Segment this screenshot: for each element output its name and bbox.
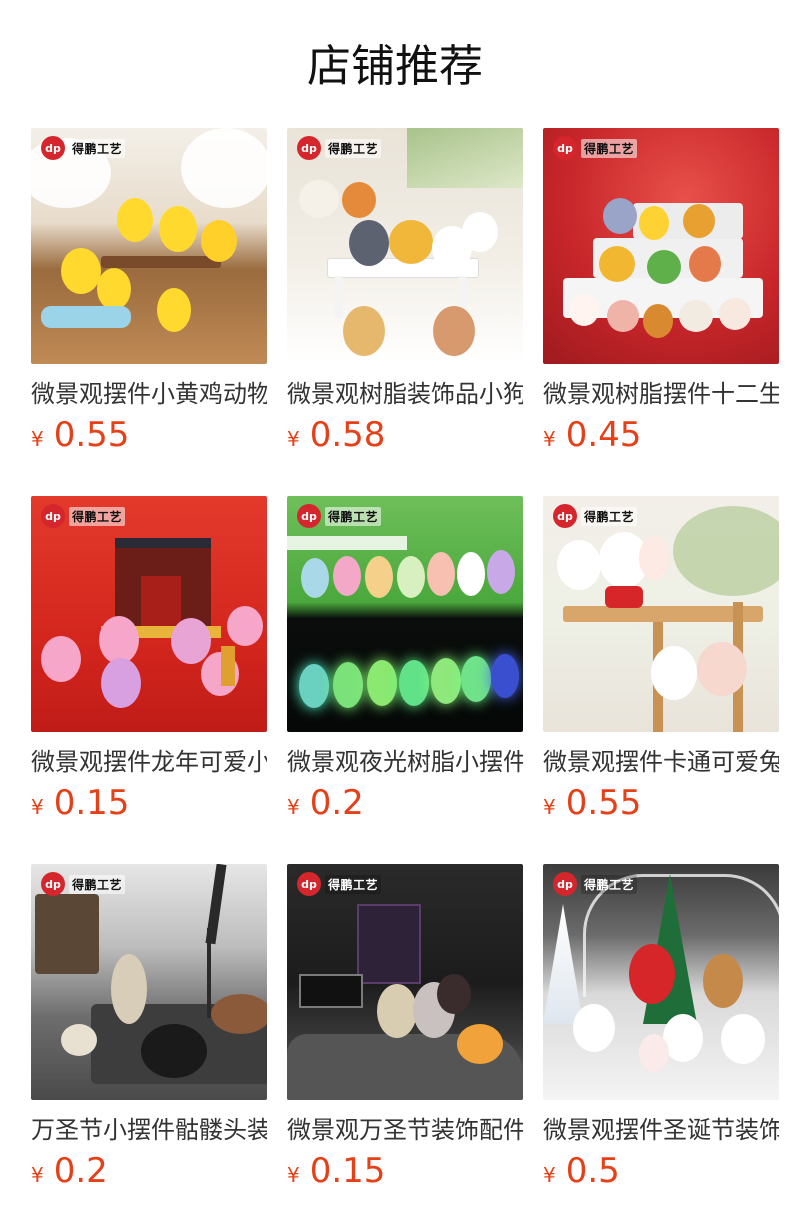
- product-price: ¥ 0.58: [287, 415, 386, 455]
- dp-logo-icon: dp: [553, 872, 577, 896]
- product-image[interactable]: dp 得鹏工艺: [543, 128, 779, 364]
- product-price: ¥ 0.2: [287, 783, 364, 823]
- product-card[interactable]: dp 得鹏工艺 万圣节小摆件骷髅头装饰 ¥ 0.2: [31, 864, 267, 1232]
- product-title[interactable]: 微景观摆件小黄鸡动物: [31, 378, 267, 410]
- dp-logo-icon: dp: [553, 504, 577, 528]
- product-image[interactable]: dp 得鹏工艺: [543, 864, 779, 1100]
- product-price: ¥ 0.15: [31, 783, 130, 823]
- product-title[interactable]: 微景观摆件圣诞节装饰品: [543, 1114, 779, 1146]
- product-title[interactable]: 万圣节小摆件骷髅头装饰: [31, 1114, 267, 1146]
- brand-logo: dp 得鹏工艺: [553, 136, 638, 160]
- product-card[interactable]: dp 得鹏工艺 微景观摆件卡通可爱兔子 ¥ 0.55: [543, 496, 779, 864]
- dp-logo-icon: dp: [297, 136, 321, 160]
- dp-logo-icon: dp: [41, 504, 65, 528]
- brand-logo: dp 得鹏工艺: [41, 504, 126, 528]
- brand-logo: dp 得鹏工艺: [297, 872, 382, 896]
- product-title[interactable]: 微景观树脂装饰品小狗: [287, 378, 523, 410]
- product-price: ¥ 0.5: [543, 1151, 620, 1191]
- product-card[interactable]: dp 得鹏工艺 微景观夜光树脂小摆件兔 ¥ 0.2: [287, 496, 523, 864]
- dp-logo-icon: dp: [41, 872, 65, 896]
- product-image[interactable]: dp 得鹏工艺: [287, 128, 523, 364]
- page-header: 店铺推荐: [0, 0, 790, 128]
- brand-logo: dp 得鹏工艺: [41, 136, 126, 160]
- product-card[interactable]: dp 得鹏工艺 微景观树脂摆件十二生肖 ¥ 0.45: [543, 128, 779, 496]
- dp-logo-icon: dp: [297, 872, 321, 896]
- product-title[interactable]: 微景观摆件卡通可爱兔子: [543, 746, 779, 778]
- product-title[interactable]: 微景观万圣节装饰配件: [287, 1114, 523, 1146]
- product-price: ¥ 0.55: [31, 415, 130, 455]
- product-image[interactable]: dp 得鹏工艺: [287, 864, 523, 1100]
- dp-logo-icon: dp: [41, 136, 65, 160]
- product-card[interactable]: dp 得鹏工艺 微景观万圣节装饰配件 ¥ 0.15: [287, 864, 523, 1232]
- product-title[interactable]: 微景观树脂摆件十二生肖: [543, 378, 779, 410]
- product-price: ¥ 0.2: [31, 1151, 108, 1191]
- product-price: ¥ 0.55: [543, 783, 642, 823]
- product-card[interactable]: dp 得鹏工艺 微景观摆件圣诞节装饰品 ¥ 0.5: [543, 864, 779, 1232]
- product-title[interactable]: 微景观摆件龙年可爱小龙: [31, 746, 267, 778]
- brand-logo: dp 得鹏工艺: [297, 504, 382, 528]
- dp-logo-icon: dp: [297, 504, 321, 528]
- dp-logo-icon: dp: [553, 136, 577, 160]
- brand-logo: dp 得鹏工艺: [553, 872, 638, 896]
- product-card[interactable]: dp 得鹏工艺 微景观摆件龙年可爱小龙 ¥ 0.15: [31, 496, 267, 864]
- product-image[interactable]: dp 得鹏工艺: [31, 864, 267, 1100]
- product-card[interactable]: dp 得鹏工艺 微景观摆件小黄鸡动物 ¥ 0.55: [31, 128, 267, 496]
- page-title: 店铺推荐: [307, 41, 483, 92]
- product-image[interactable]: dp 得鹏工艺: [31, 128, 267, 364]
- product-price: ¥ 0.15: [287, 1151, 386, 1191]
- product-price: ¥ 0.45: [543, 415, 642, 455]
- product-grid: dp 得鹏工艺 微景观摆件小黄鸡动物 ¥ 0.55 dp 得鹏工艺 微景观树脂装…: [31, 128, 779, 1232]
- brand-logo: dp 得鹏工艺: [553, 504, 638, 528]
- brand-logo: dp 得鹏工艺: [41, 872, 126, 896]
- brand-logo: dp 得鹏工艺: [297, 136, 382, 160]
- product-image[interactable]: dp 得鹏工艺: [287, 496, 523, 732]
- product-title[interactable]: 微景观夜光树脂小摆件兔: [287, 746, 523, 778]
- product-image[interactable]: dp 得鹏工艺: [31, 496, 267, 732]
- product-image[interactable]: dp 得鹏工艺: [543, 496, 779, 732]
- product-card[interactable]: dp 得鹏工艺 微景观树脂装饰品小狗 ¥ 0.58: [287, 128, 523, 496]
